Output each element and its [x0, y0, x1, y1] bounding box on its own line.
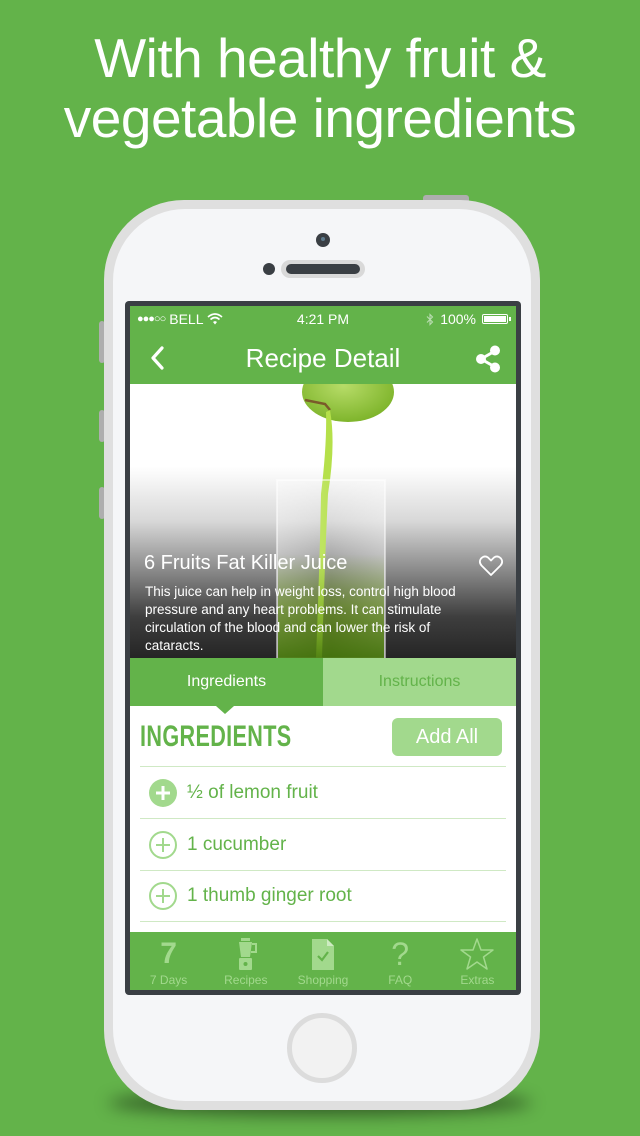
ingredient-text: 1 thumb ginger root	[187, 885, 352, 906]
battery-percent: 100%	[440, 311, 476, 327]
ingredients-header: INGREDIENTS Add All	[130, 706, 516, 766]
recipe-description: This juice can help in weight loss, cont…	[145, 584, 456, 653]
ingredient-list: ½ of lemon fruit 1 cucumber 1 thumb ging…	[140, 766, 506, 922]
promo-headline: With healthy fruit & vegetable ingredien…	[0, 28, 640, 148]
tabbar-label: 7 Days	[149, 973, 188, 987]
tab-ingredients[interactable]: Ingredients	[130, 658, 323, 714]
bluetooth-icon	[426, 312, 434, 326]
tabbar-item-faq[interactable]: ? FAQ	[362, 932, 439, 990]
proximity-sensor	[263, 263, 275, 275]
tabbar-label: Shopping	[297, 973, 349, 987]
share-button[interactable]	[474, 344, 502, 374]
recipe-tabs: Ingredients Instructions	[130, 658, 516, 714]
headline-line-2: vegetable ingredients	[63, 87, 577, 149]
add-ingredient-filled-icon[interactable]	[148, 778, 178, 808]
recipe-title: 6 Fruits Fat Killer Juice	[144, 552, 348, 574]
page-title: Recipe Detail	[245, 343, 401, 373]
ingredient-text: ½ of lemon fruit	[187, 781, 318, 803]
front-camera	[316, 233, 330, 247]
tab-instructions[interactable]: Instructions	[323, 658, 516, 706]
add-ingredient-outline-icon[interactable]	[148, 830, 178, 860]
recipe-hero-image: 6 Fruits Fat Killer Juice This juice can…	[130, 384, 516, 658]
favorite-button[interactable]	[478, 554, 504, 578]
navigation-bar: Recipe Detail	[130, 332, 516, 384]
home-button[interactable]	[287, 1013, 357, 1083]
tabbar-item-shopping[interactable]: Shopping	[284, 932, 361, 990]
app-screen: ●●●○○ BELL 4:21 PM 100% Recipe Detail 6 …	[130, 306, 516, 990]
star-icon	[460, 938, 495, 970]
bottom-tab-bar: 7 7 Days Recipes Shopping ? FAQ Extras	[130, 932, 516, 990]
ingredient-row[interactable]: ½ of lemon fruit	[140, 766, 506, 818]
battery-icon	[482, 314, 511, 324]
shopping-list-icon	[312, 939, 334, 970]
tabbar-label: Recipes	[224, 973, 268, 987]
tabbar-item-7-days[interactable]: 7 7 Days	[130, 932, 207, 990]
ingredient-text: 1 cucumber	[187, 833, 287, 855]
add-all-button[interactable]: Add All	[392, 718, 502, 756]
section-title: INGREDIENTS	[140, 720, 292, 753]
ingredient-row[interactable]: 1 thumb ginger root	[140, 870, 506, 922]
tabbar-label: FAQ	[388, 973, 413, 987]
earpiece-speaker	[281, 260, 365, 278]
share-icon	[476, 345, 500, 373]
heart-outline-icon	[478, 555, 504, 576]
ingredient-row[interactable]: 1 cucumber	[140, 818, 506, 870]
add-ingredient-outline-icon[interactable]	[148, 881, 178, 911]
seven-days-icon: 7	[160, 937, 177, 970]
question-icon: ?	[391, 936, 410, 972]
tabbar-item-recipes[interactable]: Recipes	[207, 932, 284, 990]
tabbar-label: Extras	[460, 973, 495, 987]
status-bar: ●●●○○ BELL 4:21 PM 100%	[130, 306, 516, 332]
tabbar-item-extras[interactable]: Extras	[439, 932, 516, 990]
headline-line-1: With healthy fruit &	[94, 27, 546, 89]
blender-icon	[238, 938, 257, 970]
